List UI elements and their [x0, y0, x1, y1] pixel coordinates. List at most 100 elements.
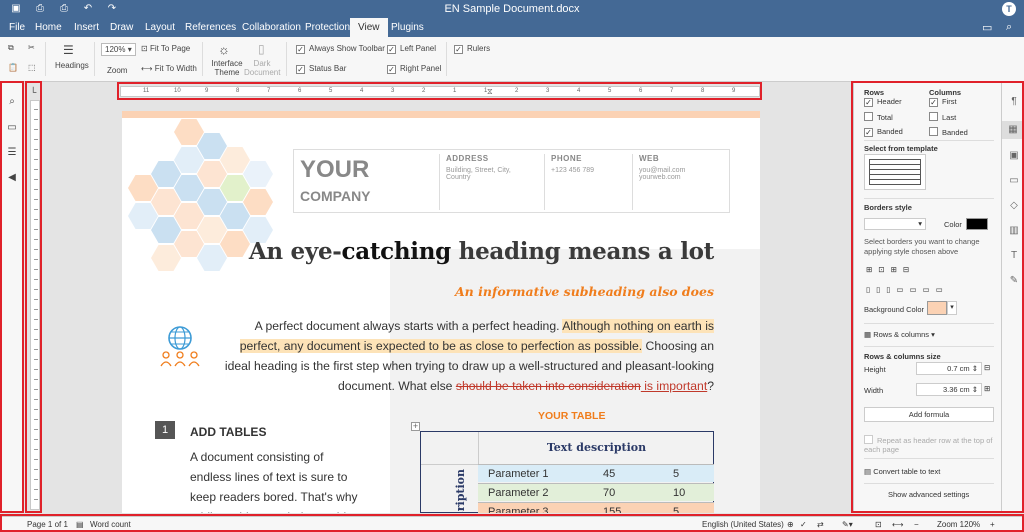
spellcheck-icon[interactable]: ✓: [800, 520, 807, 529]
select-all-icon[interactable]: ⬚: [28, 63, 36, 72]
zoom-out-icon[interactable]: −: [914, 520, 919, 529]
ruler-tick: [34, 139, 38, 140]
document-page[interactable]: YOUR COMPANY ADDRESS Building, Street, C…: [122, 111, 760, 513]
zoom-select[interactable]: 120% ▾: [101, 43, 136, 56]
paste-icon[interactable]: 📋: [8, 63, 18, 72]
total-checkbox[interactable]: Total: [864, 112, 893, 122]
document-table[interactable]: Text description Text description Parame…: [420, 431, 714, 513]
tab-insert[interactable]: Insert: [72, 18, 101, 37]
search-icon[interactable]: ⌕: [6, 96, 18, 107]
add-formula-button[interactable]: Add formula: [864, 407, 994, 422]
interface-theme-icon[interactable]: ☼: [218, 42, 230, 57]
table-row[interactable]: Parameter 3 155 5: [478, 502, 714, 513]
header-checkbox[interactable]: ✓ Header: [864, 97, 902, 107]
banded-columns-checkbox[interactable]: Banded: [929, 127, 968, 137]
language-button[interactable]: English (United States): [702, 520, 784, 529]
border-buttons-row1[interactable]: ⊞⊡⊞⊟: [866, 265, 915, 274]
background-color-dropdown[interactable]: ▾: [947, 301, 957, 315]
banded-columns-label: Banded: [942, 128, 968, 137]
fit-to-page-button[interactable]: ⊡ Fit To Page: [141, 44, 190, 53]
rows-columns-dropdown[interactable]: ▦ Rows & columns ▾: [864, 330, 935, 339]
ruler-indent-marker[interactable]: ⧖: [487, 87, 493, 97]
table-side-cell[interactable]: Text description: [421, 464, 478, 513]
navigation-icon[interactable]: ☰: [6, 147, 18, 158]
copy-icon[interactable]: ⧉: [8, 43, 14, 53]
signature-icon[interactable]: ✎: [1008, 275, 1020, 286]
horizontal-ruler[interactable]: 11 10 9 8 7 6 5 4 3 2 1 1 2 3 4 5 6 7 8 9 ⧖: [116, 82, 764, 100]
heading-part-c: heading means a lot: [450, 238, 715, 265]
fit-to-width-button[interactable]: ⟷ Fit To Width: [141, 64, 197, 73]
width-input[interactable]: 3.36 cm ⇕: [916, 383, 982, 396]
zoom-level: Zoom 120%: [937, 520, 981, 529]
vertical-ruler[interactable]: └: [27, 82, 43, 513]
tab-home[interactable]: Home: [33, 18, 64, 37]
distribute-rows-icon[interactable]: ⊟: [984, 363, 990, 372]
tab-draw[interactable]: Draw: [108, 18, 135, 37]
rows-title: Rows: [864, 88, 885, 97]
banded-rows-checkbox[interactable]: ✓ Banded: [864, 127, 903, 137]
image-icon[interactable]: ▣: [1008, 150, 1020, 161]
fit-width-icon[interactable]: ⟷: [892, 520, 903, 529]
word-count-button[interactable]: Word count: [90, 520, 131, 529]
open-location-icon[interactable]: ▭: [982, 21, 992, 34]
zoom-in-icon[interactable]: +: [990, 520, 995, 529]
tab-layout[interactable]: Layout: [143, 18, 177, 37]
fit-page-icon: ⊡: [141, 44, 148, 53]
tab-stop-icon[interactable]: └: [30, 87, 36, 97]
table-row[interactable]: Parameter 2 70 10: [478, 483, 714, 501]
paragraph-icon[interactable]: ¶: [1008, 96, 1020, 107]
fit-to-page-label: Fit To Page: [149, 44, 191, 53]
tab-view[interactable]: View: [350, 18, 388, 37]
table-header-cell[interactable]: Text description: [478, 432, 714, 464]
section-body: A document consisting of endless lines o…: [190, 450, 358, 513]
tab-plugins[interactable]: Plugins: [389, 18, 426, 37]
track-changes-icon[interactable]: ⇄: [817, 520, 824, 529]
total-label: Total: [877, 113, 893, 122]
table-move-handle[interactable]: +: [411, 422, 420, 431]
headings-label[interactable]: Headings: [55, 61, 89, 70]
ruler-tick: [34, 159, 38, 160]
border-buttons-row2[interactable]: ▯▯▯▭▭▭▭: [866, 285, 949, 294]
border-color-swatch[interactable]: [966, 218, 988, 230]
table-row[interactable]: Parameter 1 45 5: [478, 464, 714, 482]
tab-collaboration[interactable]: Collaboration: [240, 18, 303, 37]
repeat-header-checkbox[interactable]: Repeat as header row at the top of each …: [864, 435, 994, 454]
first-column-checkbox[interactable]: ✓ First: [929, 97, 957, 107]
tab-file[interactable]: File: [7, 18, 27, 37]
page-indicator[interactable]: Page 1 of 1: [27, 520, 68, 529]
shape-icon[interactable]: ◇: [1008, 200, 1020, 211]
review-mode-icon[interactable]: ✎▾: [842, 520, 853, 529]
distribute-columns-icon[interactable]: ⊞: [984, 384, 990, 393]
table-settings-icon[interactable]: ▦: [1002, 121, 1024, 139]
background-color-swatch[interactable]: [927, 301, 947, 315]
table-template-picker[interactable]: [864, 154, 926, 190]
tab-protection[interactable]: Protection: [303, 18, 352, 37]
advanced-settings-link[interactable]: Show advanced settings: [888, 490, 969, 499]
chart-icon[interactable]: ▥: [1008, 225, 1020, 236]
interface-theme-button[interactable]: Interface Theme: [209, 59, 245, 77]
height-input[interactable]: 0.7 cm ⇕: [916, 362, 982, 375]
text-art-icon[interactable]: T: [1008, 250, 1020, 261]
language-globe-icon[interactable]: ⊕: [787, 520, 794, 529]
toolbar: ⧉ ✂ 📋 ⬚ ☰ Headings 120% ▾ Zoom ⊡ Fit To …: [0, 37, 1024, 82]
convert-table-button[interactable]: ▤ Convert table to text: [864, 467, 940, 476]
header-footer-icon[interactable]: ▭: [1008, 175, 1020, 186]
tab-references[interactable]: References: [183, 18, 238, 37]
headings-icon[interactable]: ☰: [63, 43, 74, 57]
word-count-icon[interactable]: ▤: [76, 520, 84, 529]
last-column-checkbox[interactable]: Last: [929, 112, 956, 122]
always-show-toolbar-checkbox[interactable]: ✓ Always Show Toolbar: [296, 44, 385, 54]
left-panel-checkbox[interactable]: ✓ Left Panel: [387, 44, 436, 54]
feedback-icon[interactable]: ◀: [6, 172, 18, 183]
repeat-header-label: Repeat as header row at the top of each …: [864, 436, 993, 454]
status-bar-checkbox[interactable]: ✓ Status Bar: [296, 64, 346, 74]
section-title: ADD TABLES: [190, 425, 267, 439]
search-icon[interactable]: ⌕: [1006, 21, 1012, 34]
cut-icon[interactable]: ✂: [28, 43, 35, 52]
border-style-select[interactable]: ▾: [864, 218, 926, 230]
comments-icon[interactable]: ▭: [6, 122, 18, 133]
rulers-checkbox[interactable]: ✓ Rulers: [454, 44, 490, 54]
avatar[interactable]: T: [1002, 2, 1016, 16]
fit-page-icon[interactable]: ⊡: [875, 520, 882, 529]
right-panel-checkbox[interactable]: ✓ Right Panel: [387, 64, 441, 74]
